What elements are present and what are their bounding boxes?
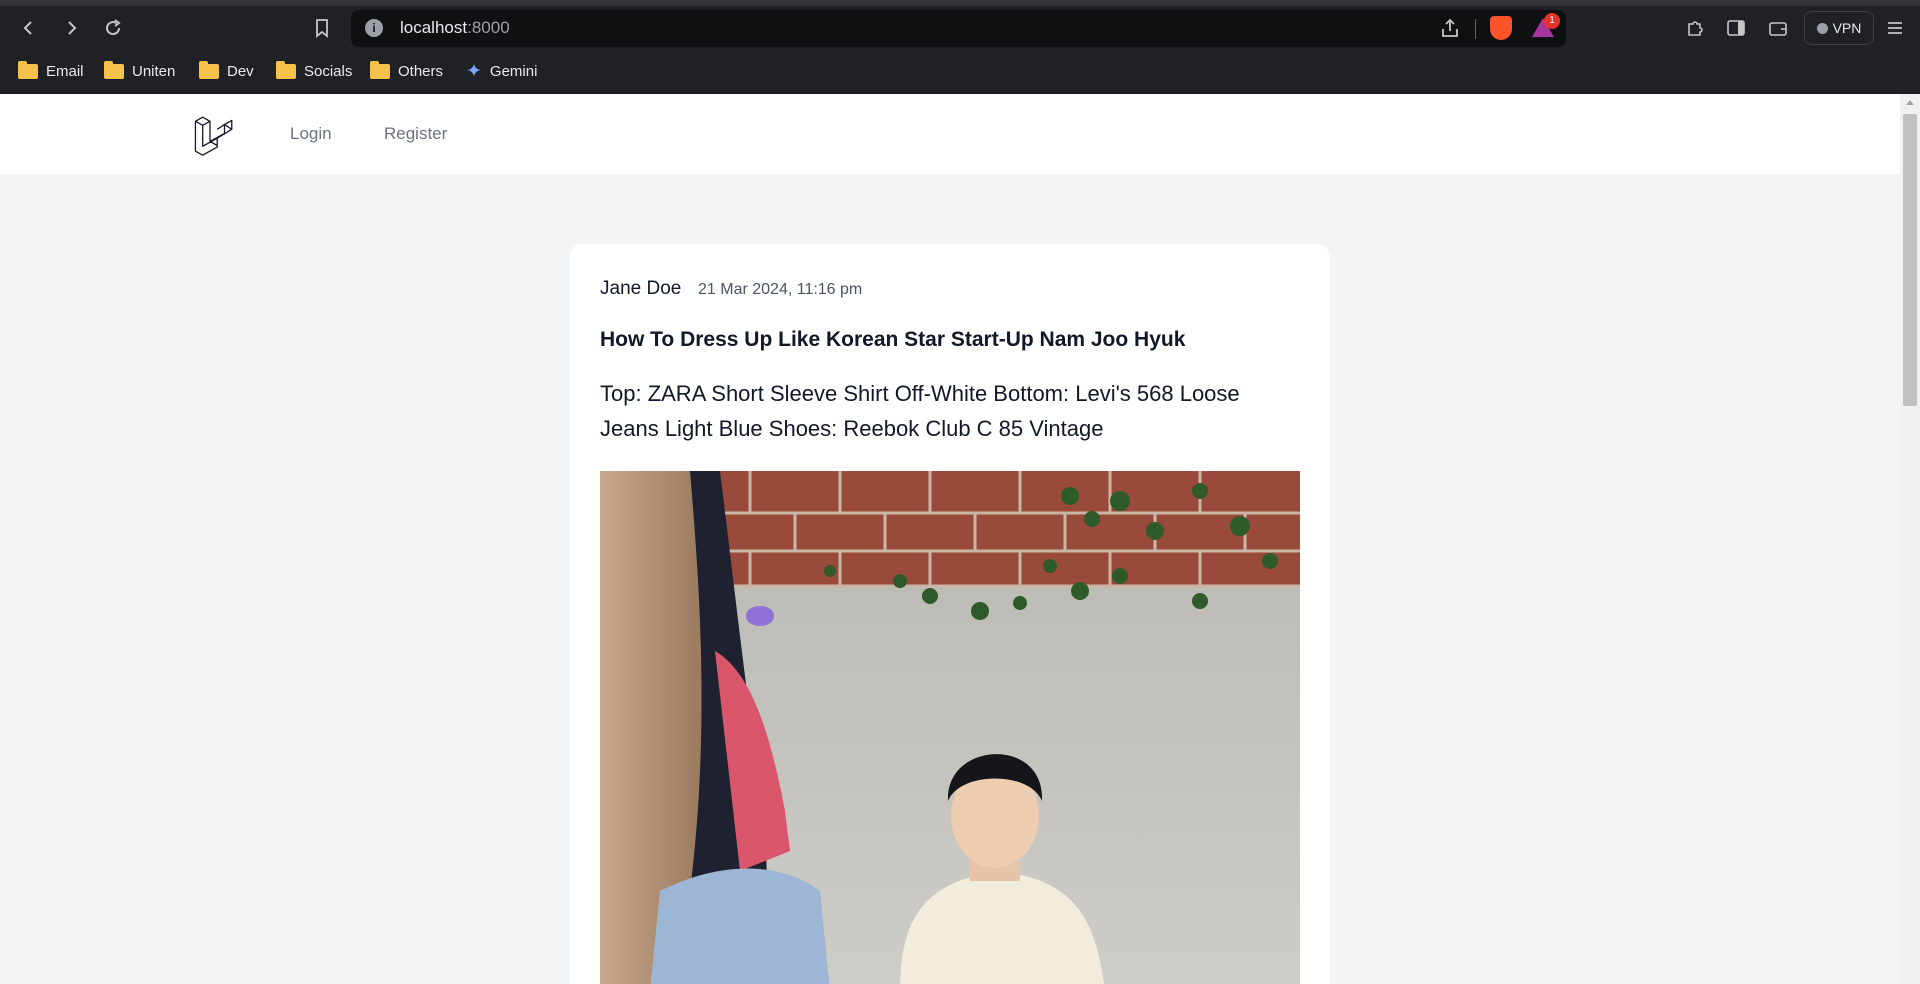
scroll-thumb[interactable]: [1903, 114, 1917, 406]
post-image: [600, 471, 1300, 984]
post-card: Jane Doe 21 Mar 2024, 11:16 pm How To Dr…: [570, 244, 1330, 984]
chevron-right-icon: [68, 21, 77, 35]
share-icon: [1442, 18, 1458, 37]
bookmark-dev[interactable]: Dev: [199, 60, 254, 82]
bookmark-others[interactable]: Others: [370, 60, 443, 82]
post-body: Top: ZARA Short Sleeve Shirt Off-White B…: [600, 381, 1240, 441]
post-date: 21 Mar 2024, 11:16 pm: [698, 281, 863, 298]
bookmark-icon: [316, 19, 328, 38]
main-menu-button[interactable]: [1879, 12, 1911, 44]
url-divider: [1475, 19, 1476, 39]
site-info-icon[interactable]: i: [365, 19, 383, 37]
chevron-left-icon: [23, 21, 32, 35]
wallet-button[interactable]: [1762, 12, 1794, 44]
post-title: How To Dress Up Like Korean Star Start-U…: [600, 328, 1186, 351]
back-button[interactable]: [13, 12, 45, 44]
sparkle-icon: ✦: [466, 60, 482, 82]
bookmark-label: Others: [398, 62, 444, 80]
page-scrollbar[interactable]: [1900, 94, 1920, 984]
extensions-button[interactable]: [1679, 12, 1711, 44]
hamburger-icon: [1888, 22, 1902, 34]
brave-shields-icon[interactable]: [1490, 16, 1512, 40]
forward-button[interactable]: [55, 12, 87, 44]
bookmark-gemini[interactable]: ✦ Gemini: [466, 60, 537, 82]
folder-icon: [104, 60, 124, 79]
page-viewport: Login Register Jane Doe 21 Mar 2024, 11:…: [0, 94, 1900, 984]
bookmark-label: Gemini: [489, 62, 538, 80]
address-bar[interactable]: i localhost:8000: [351, 10, 1566, 47]
rewards-badge: 1: [1544, 13, 1560, 29]
sidebar-toggle-button[interactable]: [1720, 12, 1752, 44]
folder-icon: [370, 60, 390, 79]
top-navigation: Login Register: [0, 94, 1900, 175]
folder-icon: [276, 60, 296, 79]
tab-strip: [0, 0, 1920, 6]
reload-button[interactable]: [97, 12, 129, 44]
bookmark-email[interactable]: Email: [18, 60, 84, 82]
bookmark-socials[interactable]: Socials: [276, 60, 352, 82]
browser-chrome: i localhost:8000 1 VPN Email Uniten Dev …: [0, 0, 1920, 94]
sidebar-icon: [1727, 20, 1745, 36]
vpn-label: VPN: [1832, 20, 1862, 36]
laravel-logo-icon[interactable]: [192, 114, 236, 156]
reload-icon: [106, 19, 121, 36]
bookmark-label: Email: [46, 62, 84, 80]
folder-icon: [18, 60, 38, 79]
puzzle-icon: [1688, 21, 1703, 36]
vpn-status-icon: [1816, 22, 1828, 34]
bookmark-label: Dev: [227, 62, 254, 80]
scroll-up-arrow-icon[interactable]: [1906, 100, 1914, 105]
bookmark-page-button[interactable]: [306, 12, 338, 44]
bookmark-label: Socials: [304, 62, 353, 80]
bookmark-label: Uniten: [132, 62, 176, 80]
bookmark-uniten[interactable]: Uniten: [104, 60, 175, 82]
post-photo: [600, 471, 1300, 984]
register-link[interactable]: Register: [384, 124, 447, 144]
post-author: Jane Doe: [600, 278, 682, 299]
bookmarks-bar: Email Uniten Dev Socials Others ✦ Gemini: [0, 56, 1920, 86]
url-text[interactable]: localhost:8000: [400, 18, 510, 38]
share-button[interactable]: [1439, 17, 1461, 44]
login-link[interactable]: Login: [290, 124, 332, 144]
wallet-icon: [1769, 22, 1787, 36]
vpn-button[interactable]: VPN: [1804, 11, 1874, 45]
folder-icon: [199, 60, 219, 79]
